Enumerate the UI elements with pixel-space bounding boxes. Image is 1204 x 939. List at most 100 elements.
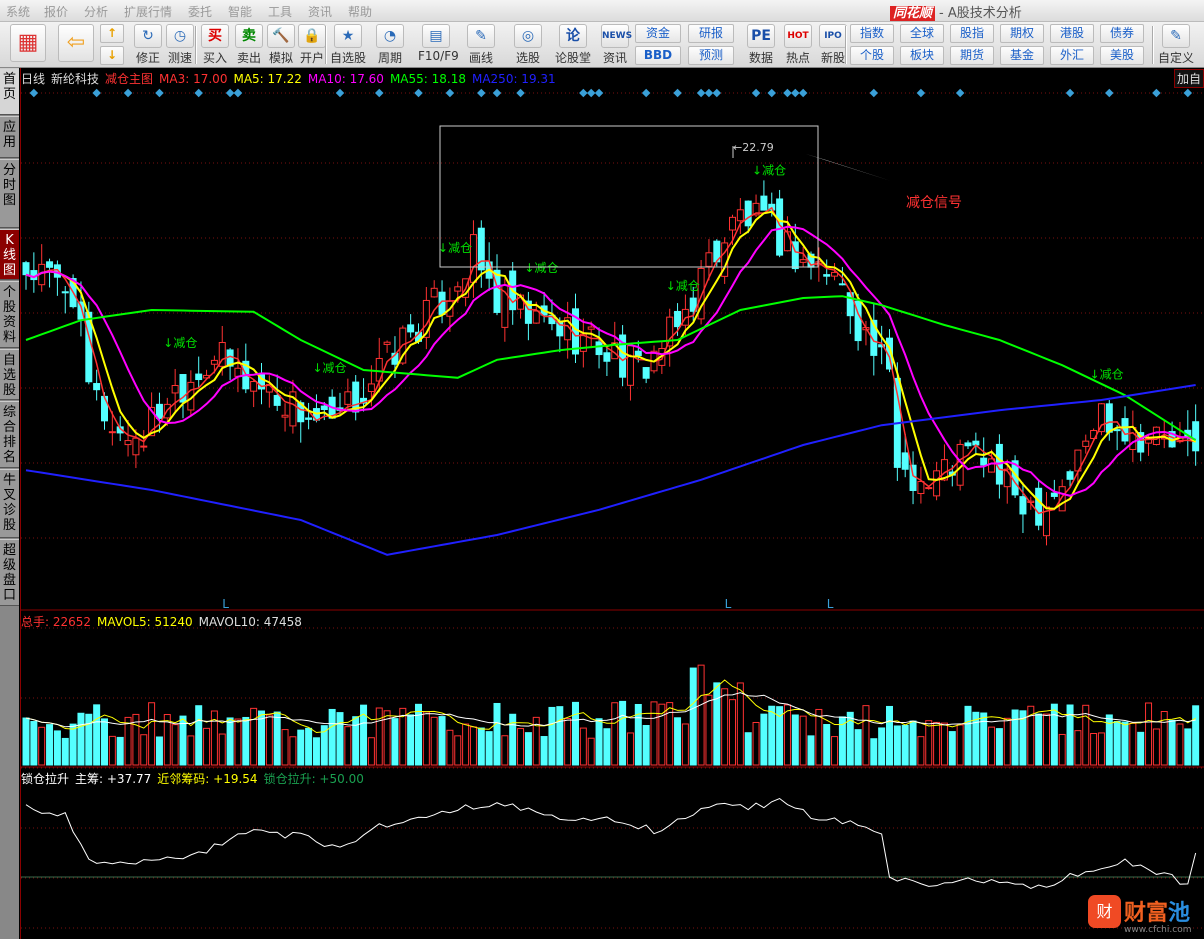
volume-bar — [493, 702, 501, 766]
quick-button-0[interactable]: 资金 — [635, 24, 681, 43]
indicator-name[interactable]: 减仓主图 — [105, 72, 153, 86]
sidebar-tab-2[interactable]: 分时图 — [0, 159, 19, 228]
signal-diamond-icon — [29, 88, 39, 98]
radar-button[interactable]: ◎ 选股 — [510, 24, 546, 66]
buy-button[interactable]: 买买入 — [197, 24, 233, 66]
candle — [917, 481, 925, 495]
quick-button-13[interactable]: 外汇 — [1050, 46, 1094, 65]
news-button[interactable]: NEWS 资讯 — [597, 24, 633, 66]
quick-button-5[interactable]: 个股 — [850, 46, 894, 65]
near-chips-value: 近邻筹码: +19.54 — [157, 772, 258, 786]
customize-button[interactable]: ✎ 自定义 — [1158, 24, 1194, 66]
sidebar-tab-1[interactable]: 应用 — [0, 116, 19, 158]
menu-3[interactable]: 扩展行情 — [124, 3, 172, 20]
sidebar-tab-0[interactable]: 首页 — [0, 68, 19, 115]
sidebar-tab-3[interactable]: K线图 — [0, 229, 19, 280]
period-clock-button[interactable]: ◔ 周期 — [372, 24, 408, 66]
quick-button-3[interactable]: 预测 — [688, 46, 734, 65]
volume-bar — [1011, 709, 1019, 766]
watermark-url: www.cfchi.com — [1124, 925, 1192, 935]
reduce-signal-label: ↓减仓 — [438, 241, 472, 255]
volume-bar — [289, 736, 297, 766]
toolbar-label: 买入 — [202, 51, 227, 65]
sidebar-tab-4[interactable]: 个股资料 — [0, 281, 19, 348]
chart-canvas[interactable]: ↓减仓 ↓减仓 ↓减仓 ↓减仓 ↓减仓 ↓减仓 ↓减仓 L L L ←22.79 — [21, 68, 1204, 939]
quick-button-14[interactable]: 债券 — [1100, 24, 1144, 43]
quick-button-9[interactable]: 期货 — [950, 46, 994, 65]
quick-button-10[interactable]: 期权 — [1000, 24, 1044, 43]
signal-diamond-icon — [696, 88, 706, 98]
menu-4[interactable]: 委托 — [188, 3, 212, 20]
lun-button[interactable]: 论论股堂 — [555, 24, 591, 66]
volume-bar — [1058, 733, 1066, 766]
main-header: 日线 新纶科技 减仓主图 MA3: 17.00 MA5: 17.22 MA10: 17.6… — [21, 70, 562, 87]
back-arrow-icon: ⇦ — [58, 24, 94, 62]
star-folder-button[interactable]: ★ 自选股 — [330, 24, 366, 66]
volume-bar — [572, 701, 579, 766]
grid-button[interactable]: ▦ — [8, 24, 48, 66]
toolbar-label: 修正 — [135, 51, 160, 65]
clock-button[interactable]: ◷ 测速 — [162, 24, 198, 66]
indicator-title[interactable]: 锁仓拉升 — [21, 772, 69, 786]
volume-bar — [752, 721, 760, 766]
candle — [407, 324, 415, 333]
pencil-button[interactable]: ✎ 画线 — [463, 24, 499, 66]
menu-2[interactable]: 分析 — [84, 3, 108, 20]
volume-bar — [1152, 728, 1160, 766]
add-custom-button[interactable]: 加自 — [1173, 69, 1204, 88]
volume-bar — [674, 717, 682, 766]
quick-button-1[interactable]: BBD — [635, 46, 681, 65]
pe-button[interactable]: PE 数据 — [743, 24, 779, 66]
volume-bar — [556, 706, 564, 766]
toolbar-label: 论股堂 — [555, 51, 592, 65]
sidebar-tab-6[interactable]: 综合排名 — [0, 401, 19, 468]
volume-bar — [234, 718, 242, 766]
menu-1[interactable]: 报价 — [44, 3, 68, 20]
sidebar-tab-7[interactable]: 牛叉诊股 — [0, 469, 19, 538]
sell-button[interactable]: 卖卖出 — [231, 24, 267, 66]
quick-button-7[interactable]: 板块 — [900, 46, 944, 65]
back-arrow-button[interactable]: ⇦ — [56, 24, 96, 66]
volume-bar — [564, 718, 572, 766]
volume-bar — [831, 736, 839, 766]
volume-bar — [744, 732, 752, 766]
f10-button[interactable]: ▤ F10/F9 — [418, 24, 459, 66]
reduce-signal-label: ↓减仓 — [524, 261, 558, 275]
refresh-button[interactable]: ↻ 修正 — [130, 24, 166, 66]
quick-button-6[interactable]: 全球 — [900, 24, 944, 43]
star-folder-icon: ★ — [334, 24, 362, 48]
menu-8[interactable]: 帮助 — [348, 3, 372, 20]
quick-button-12[interactable]: 港股 — [1050, 24, 1094, 43]
sidebar-tab-5[interactable]: 自选股 — [0, 349, 19, 400]
quick-button-2[interactable]: 研报 — [688, 24, 734, 43]
quick-button-8[interactable]: 股指 — [950, 24, 994, 43]
quick-button-11[interactable]: 基金 — [1000, 46, 1044, 65]
quick-button-4[interactable]: 指数 — [850, 24, 894, 43]
hot-button[interactable]: HOT 热点 — [780, 24, 816, 66]
signal-diamond-icon — [375, 88, 384, 98]
signal-diamond-icon — [751, 88, 761, 98]
volume-bar — [917, 736, 925, 766]
signal-diamond-icon — [492, 88, 502, 98]
sidebar-tab-8[interactable]: 超级盘口 — [0, 539, 19, 606]
candle — [587, 326, 595, 330]
volume-bar — [587, 737, 595, 766]
volume-bar — [909, 720, 917, 766]
signal-diamond-icon — [641, 88, 651, 98]
candle — [273, 394, 281, 406]
signal-diamond-icon — [594, 88, 604, 98]
menu-7[interactable]: 资讯 — [308, 3, 332, 20]
quick-button-15[interactable]: 美股 — [1100, 46, 1144, 65]
candle — [901, 452, 909, 470]
reduce-signal-label: ↓减仓 — [666, 279, 700, 293]
menu-0[interactable]: 系统 — [6, 3, 30, 20]
page-up-arrow-icon[interactable]: ↑ — [100, 24, 124, 43]
menu-6[interactable]: 工具 — [268, 3, 292, 20]
menu-5[interactable]: 智能 — [228, 3, 252, 20]
candle — [1082, 440, 1090, 447]
page-down-arrow-icon[interactable]: ↓ — [100, 46, 124, 65]
period-label[interactable]: 日线 — [21, 72, 45, 86]
signal-diamond-icon — [1065, 88, 1075, 98]
kline-chart-area[interactable]: ↓减仓 ↓减仓 ↓减仓 ↓减仓 ↓减仓 ↓减仓 ↓减仓 L L L ←22.79 日线 新纶科技 减仓主… — [20, 68, 1204, 939]
candle — [155, 403, 163, 419]
